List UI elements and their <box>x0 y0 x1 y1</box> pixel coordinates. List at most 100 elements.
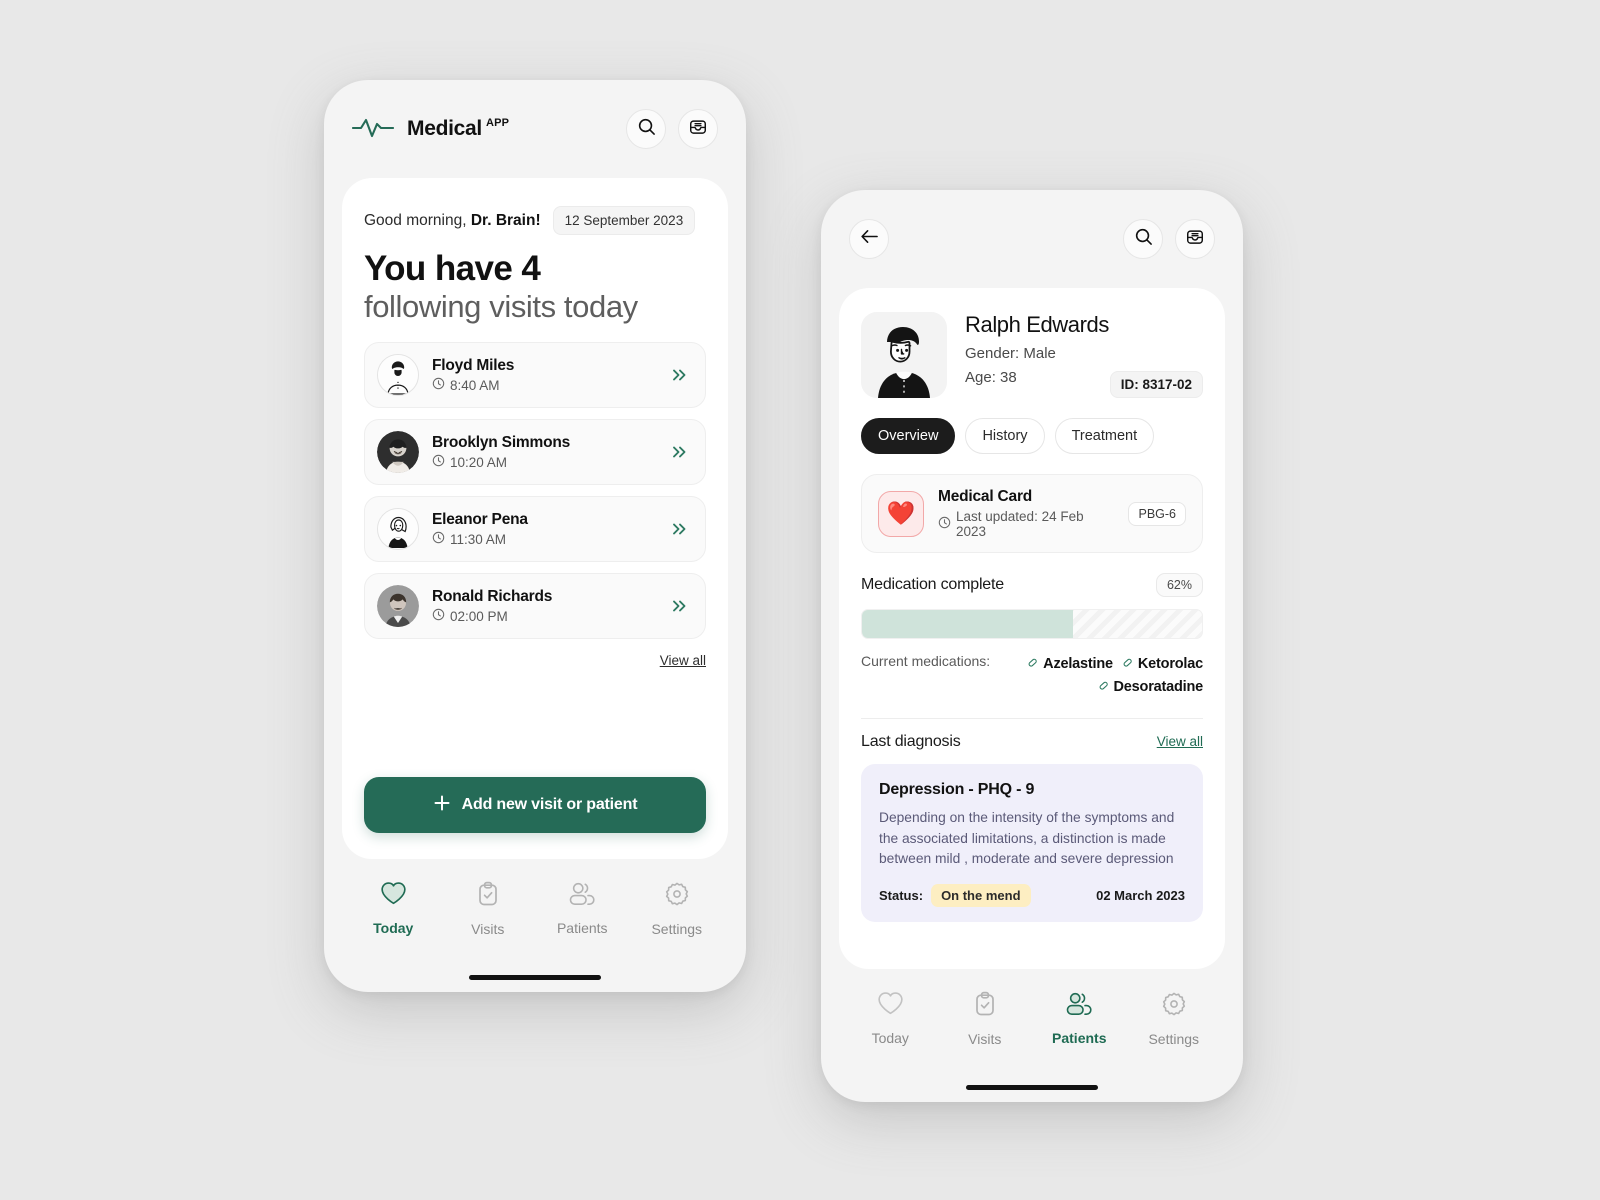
home-main-card: Good morning, Dr. Brain! 12 September 20… <box>342 178 728 859</box>
heart-icon <box>380 881 407 911</box>
diagnosis-date: 02 March 2023 <box>1096 888 1185 903</box>
tab-treatment[interactable]: Treatment <box>1054 418 1155 454</box>
clock-icon <box>432 608 445 624</box>
visit-text: Floyd Miles 8:40 AM <box>432 357 656 393</box>
status-group: Status: On the mend <box>879 884 1031 907</box>
search-button[interactable] <box>1123 219 1163 259</box>
nav-label-today: Today <box>373 920 414 936</box>
search-icon <box>637 117 656 141</box>
diagnosis-footer: Status: On the mend 02 March 2023 <box>879 884 1185 907</box>
home-bottom-nav: Today Visits Patients Settings <box>324 859 746 971</box>
screenshot-stage: Medical APP Good morning, Dr. Brain! 12 … <box>0 0 1600 1200</box>
detail-top-bar <box>821 190 1243 288</box>
nav-label-visits: Visits <box>968 1031 1002 1047</box>
tab-overview[interactable]: Overview <box>861 418 956 454</box>
list-item[interactable]: Brooklyn Simmons 10:20 AM <box>364 419 706 486</box>
search-icon <box>1134 227 1153 251</box>
nav-item-patients[interactable]: Patients <box>543 881 621 936</box>
avatar <box>377 585 419 628</box>
home-indicator <box>469 975 601 980</box>
arrow-left-icon <box>859 228 880 250</box>
detail-top-actions <box>1123 219 1215 259</box>
diagnosis-card[interactable]: Depression - PHQ - 9 Depending on the in… <box>861 763 1203 922</box>
capsule-icon <box>1121 654 1134 676</box>
visit-text: Ronald Richards 02:00 PM <box>432 588 656 624</box>
double-chevron-right-icon[interactable] <box>669 521 689 537</box>
patient-header: Ralph Edwards Gender: Male Age: 38 ID: 8… <box>861 312 1203 398</box>
date-pill: 12 September 2023 <box>552 206 696 235</box>
patient-detail-card: Ralph Edwards Gender: Male Age: 38 ID: 8… <box>839 288 1225 969</box>
medical-card-updated-text: Last updated: 24 Feb 2023 <box>956 509 1084 539</box>
clock-icon <box>432 454 445 470</box>
medications-values: Azelastine KetorolacDesoratadine <box>1002 653 1203 700</box>
back-button[interactable] <box>849 219 889 259</box>
people-icon <box>1064 991 1094 1021</box>
nav-item-today[interactable]: Today <box>851 991 929 1046</box>
nav-label-patients: Patients <box>1052 1030 1107 1046</box>
list-item[interactable]: Floyd Miles 8:40 AM <box>364 342 706 409</box>
double-chevron-right-icon[interactable] <box>669 598 689 614</box>
nav-label-visits: Visits <box>471 921 505 937</box>
nav-item-visits[interactable]: Visits <box>449 881 527 937</box>
diagnosis-view-all-link[interactable]: View all <box>1157 734 1203 749</box>
search-button[interactable] <box>626 109 666 149</box>
nav-item-today[interactable]: Today <box>354 881 432 936</box>
gear-icon <box>664 881 690 912</box>
avatar <box>377 508 419 551</box>
greeting-prefix: Good morning, <box>364 211 467 229</box>
visit-time-text: 02:00 PM <box>450 608 508 624</box>
medication-item: Azelastine <box>1026 653 1113 676</box>
nav-label-today: Today <box>871 1030 909 1046</box>
add-visit-label: Add new visit or patient <box>461 796 638 813</box>
nav-item-settings[interactable]: Settings <box>1135 991 1213 1047</box>
divider <box>861 717 1203 719</box>
visit-time: 11:30 AM <box>432 531 656 547</box>
diagnosis-section-title: Last diagnosis <box>861 732 961 750</box>
clipboard-check-icon <box>973 991 997 1022</box>
list-item[interactable]: Eleanor Pena 11:30 AM <box>364 496 706 563</box>
avatar <box>377 431 419 474</box>
status-badge: On the mend <box>931 884 1031 907</box>
visit-time: 02:00 PM <box>432 608 656 624</box>
medical-card-row[interactable]: ❤️ Medical Card Last updated: 24 Feb 202… <box>861 474 1203 553</box>
nav-item-patients[interactable]: Patients <box>1040 991 1118 1046</box>
medications-label: Current medications: <box>861 653 991 669</box>
medication-item: Desoratadine <box>1097 676 1203 699</box>
people-icon <box>567 881 597 911</box>
current-medications: Current medications: Azelastine Ketorolac… <box>861 653 1203 700</box>
inbox-button[interactable] <box>678 109 718 149</box>
list-item[interactable]: Ronald Richards 02:00 PM <box>364 573 706 640</box>
nav-label-settings: Settings <box>1148 1031 1200 1047</box>
add-visit-button[interactable]: Add new visit or patient <box>364 777 706 833</box>
nav-item-visits[interactable]: Visits <box>946 991 1024 1047</box>
clipboard-check-icon <box>476 881 500 912</box>
nav-item-settings[interactable]: Settings <box>638 881 716 937</box>
brand-name: Medical APP <box>407 117 509 141</box>
brand-superscript: APP <box>485 117 510 129</box>
medical-card-code-badge: PBG-6 <box>1128 501 1186 526</box>
status-label: Status: <box>879 888 924 903</box>
medication-percent-badge: 62% <box>1155 573 1203 597</box>
inbox-icon <box>1185 227 1205 252</box>
gear-icon <box>1161 991 1187 1022</box>
medication-header: Medication complete 62% <box>861 573 1203 597</box>
brand-word: Medical <box>407 117 482 140</box>
double-chevron-right-icon[interactable] <box>669 367 689 383</box>
visit-time-text: 11:30 AM <box>450 531 507 547</box>
double-chevron-right-icon[interactable] <box>669 444 689 460</box>
diagnosis-name: Depression - PHQ - 9 <box>879 780 1035 798</box>
patient-gender: Gender: Male <box>965 345 1056 362</box>
app-logo: Medical APP <box>351 114 509 145</box>
heartbeat-line-icon <box>351 114 395 145</box>
tab-history[interactable]: History <box>965 418 1045 454</box>
inbox-icon <box>688 117 708 142</box>
patient-name: Floyd Miles <box>432 357 515 375</box>
patient-name: Eleanor Pena <box>432 511 528 529</box>
medical-card-updated: Last updated: 24 Feb 2023 <box>938 509 1114 539</box>
visit-time: 10:20 AM <box>432 454 656 470</box>
patient-name: Brooklyn Simmons <box>432 434 571 452</box>
medical-card-text: Medical Card Last updated: 24 Feb 2023 <box>938 488 1114 539</box>
visit-text: Brooklyn Simmons 10:20 AM <box>432 434 656 470</box>
inbox-button[interactable] <box>1175 219 1215 259</box>
view-all-link[interactable]: View all <box>660 653 706 668</box>
